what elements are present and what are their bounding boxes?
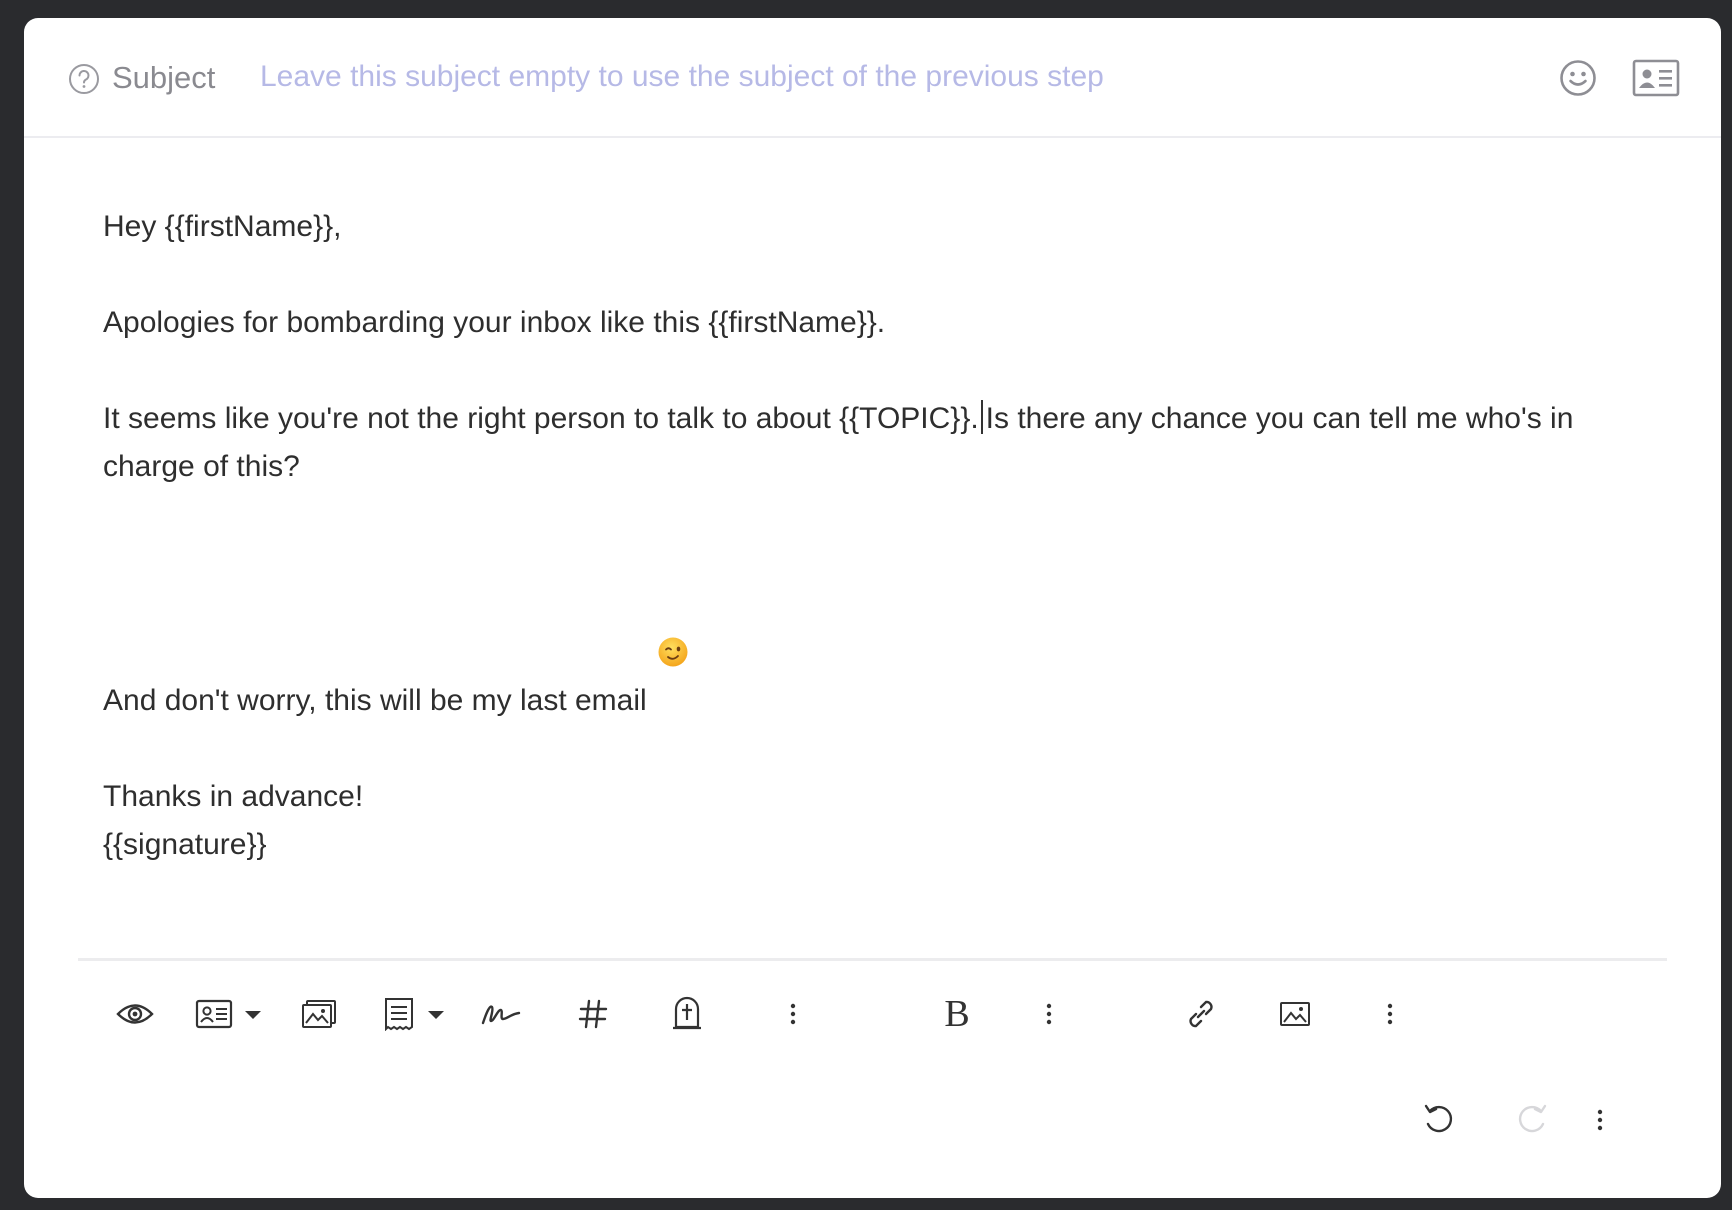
help-icon[interactable] bbox=[68, 63, 100, 95]
email-step-editor: Subject Hey {{firstName}}, Apologies bbox=[24, 18, 1721, 1198]
subject-input[interactable] bbox=[260, 56, 1540, 98]
subject-label: Subject bbox=[112, 60, 216, 95]
body-signature: {{signature}} bbox=[103, 828, 267, 861]
body-greeting: Hey {{firstName}}, bbox=[103, 210, 342, 243]
body-last-email: And don't worry, this will be my last em… bbox=[103, 684, 647, 717]
contact-card-icon bbox=[195, 999, 261, 1029]
signature-icon[interactable] bbox=[476, 994, 526, 1034]
text-caret bbox=[980, 400, 983, 434]
hash-icon[interactable] bbox=[571, 994, 615, 1034]
contact-card-icon[interactable] bbox=[1632, 56, 1680, 100]
more-icon[interactable] bbox=[1590, 1100, 1610, 1140]
images-icon[interactable] bbox=[294, 994, 344, 1034]
body-topic-text: It seems like you're not the right perso… bbox=[103, 402, 979, 435]
bold-icon[interactable]: B bbox=[935, 993, 979, 1035]
message-body[interactable]: Hey {{firstName}}, Apologies for bombard… bbox=[103, 203, 1663, 869]
body-topic-paragraph: It seems like you're not the right perso… bbox=[103, 395, 1663, 491]
contact-card-dropdown[interactable] bbox=[194, 994, 264, 1034]
toolbar-divider bbox=[78, 958, 1667, 961]
image-icon[interactable] bbox=[1273, 994, 1317, 1034]
redo-icon[interactable] bbox=[1510, 1098, 1554, 1142]
emoji-icon[interactable] bbox=[1554, 56, 1602, 100]
body-last-email-paragraph: And don't worry, this will be my last em… bbox=[103, 539, 1663, 725]
subject-bar: Subject bbox=[24, 18, 1721, 138]
winking-face-icon bbox=[657, 539, 689, 667]
body-thanks: Thanks in advance! bbox=[103, 780, 364, 813]
template-icon bbox=[385, 998, 444, 1031]
template-dropdown[interactable] bbox=[380, 994, 450, 1034]
unsubscribe-icon[interactable] bbox=[665, 990, 709, 1034]
more-icon[interactable] bbox=[1039, 994, 1059, 1034]
link-icon[interactable] bbox=[1179, 994, 1223, 1034]
more-icon[interactable] bbox=[1380, 994, 1400, 1034]
more-icon[interactable] bbox=[783, 994, 803, 1034]
body-apology: Apologies for bombarding your inbox like… bbox=[103, 306, 886, 339]
eye-icon[interactable] bbox=[110, 994, 160, 1034]
undo-icon[interactable] bbox=[1417, 1098, 1461, 1142]
